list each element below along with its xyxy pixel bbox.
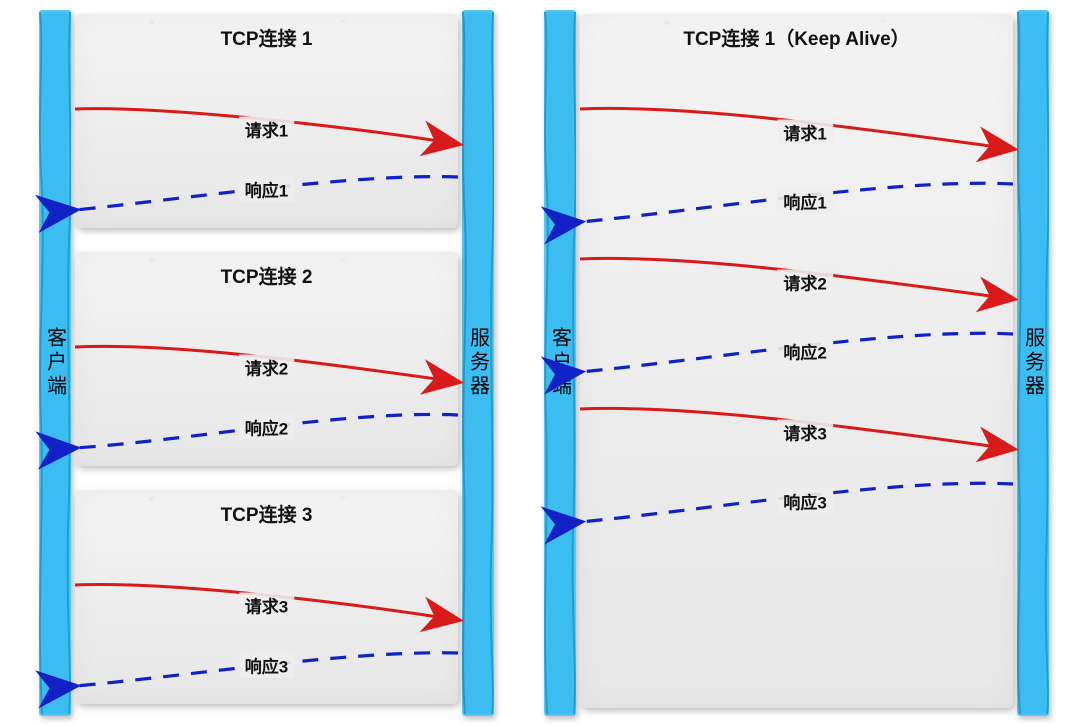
ka-request-label-3: 请求3	[777, 420, 832, 445]
ka-request-label-1: 请求1	[777, 120, 832, 145]
tcp-conn-block-1: TCP连接 1 请求1 响应1	[75, 14, 458, 228]
server-label: 服务器	[1019, 327, 1048, 399]
server-lifeline-bar: 服务器	[1017, 10, 1049, 716]
panel-keep-alive: 客户端 服务器 TCP连接 1（Keep Alive）	[544, 10, 1049, 716]
client-label: 客户端	[41, 327, 70, 399]
tcp-conn-block-3: TCP连接 3 请求3 响应3	[75, 490, 458, 704]
request-label-3: 请求3	[239, 593, 294, 618]
diagram-stage: 客户端 服务器 TCP连接 1	[0, 0, 1080, 726]
panel-separate-connections: 客户端 服务器 TCP连接 1	[39, 10, 494, 716]
client-lifeline-bar: 客户端	[39, 10, 71, 716]
ka-request-label-2: 请求2	[777, 270, 832, 295]
left-content-column: TCP连接 1 请求1 响应1	[71, 10, 462, 716]
ka-response-label-3: 响应3	[777, 489, 832, 514]
request-label-2: 请求2	[239, 355, 294, 380]
response-label-2: 响应2	[239, 415, 294, 440]
right-content-column: TCP连接 1（Keep Alive）	[576, 10, 1017, 716]
client-lifeline-bar: 客户端	[544, 10, 576, 716]
request-label-1: 请求1	[239, 117, 294, 142]
ka-response-label-1: 响应1	[777, 189, 832, 214]
server-lifeline-bar: 服务器	[462, 10, 494, 716]
tcp-conn-block-2: TCP连接 2 请求2 响应2	[75, 252, 458, 466]
response-label-1: 响应1	[239, 177, 294, 202]
ka-response-label-2: 响应2	[777, 339, 832, 364]
response-label-3: 响应3	[239, 653, 294, 678]
server-label: 服务器	[464, 327, 493, 399]
tcp-keepalive-block: TCP连接 1（Keep Alive）	[580, 14, 1013, 708]
client-label: 客户端	[546, 327, 575, 399]
